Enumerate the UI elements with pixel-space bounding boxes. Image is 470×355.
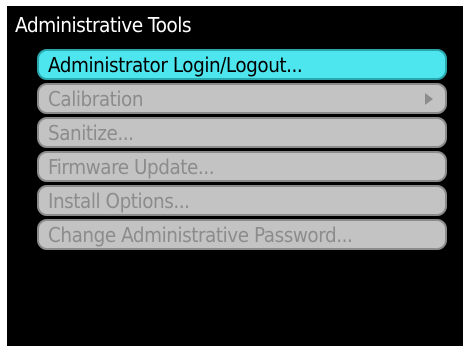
menu-title: Administrative Tools <box>15 13 192 37</box>
chevron-right-icon <box>425 92 433 105</box>
menu-item-label: Install Options... <box>48 188 190 213</box>
menu-item-firmware-update[interactable]: Firmware Update... <box>37 151 447 182</box>
menu-item-install-options[interactable]: Install Options... <box>37 185 447 216</box>
menu-item-calibration[interactable]: Calibration <box>37 83 447 114</box>
menu-item-label: Sanitize... <box>48 120 134 145</box>
admin-tools-menu: Administrator Login/Logout... Calibratio… <box>37 49 447 253</box>
instrument-screen: Administrative Tools Administrator Login… <box>7 6 463 346</box>
menu-item-change-administrative-password[interactable]: Change Administrative Password... <box>37 219 447 250</box>
menu-item-label: Firmware Update... <box>48 154 215 179</box>
menu-item-label: Change Administrative Password... <box>48 222 353 247</box>
menu-item-administrator-login-logout[interactable]: Administrator Login/Logout... <box>37 49 447 80</box>
menu-item-label: Calibration <box>48 86 144 111</box>
menu-item-label: Administrator Login/Logout... <box>48 52 303 77</box>
menu-item-sanitize[interactable]: Sanitize... <box>37 117 447 148</box>
